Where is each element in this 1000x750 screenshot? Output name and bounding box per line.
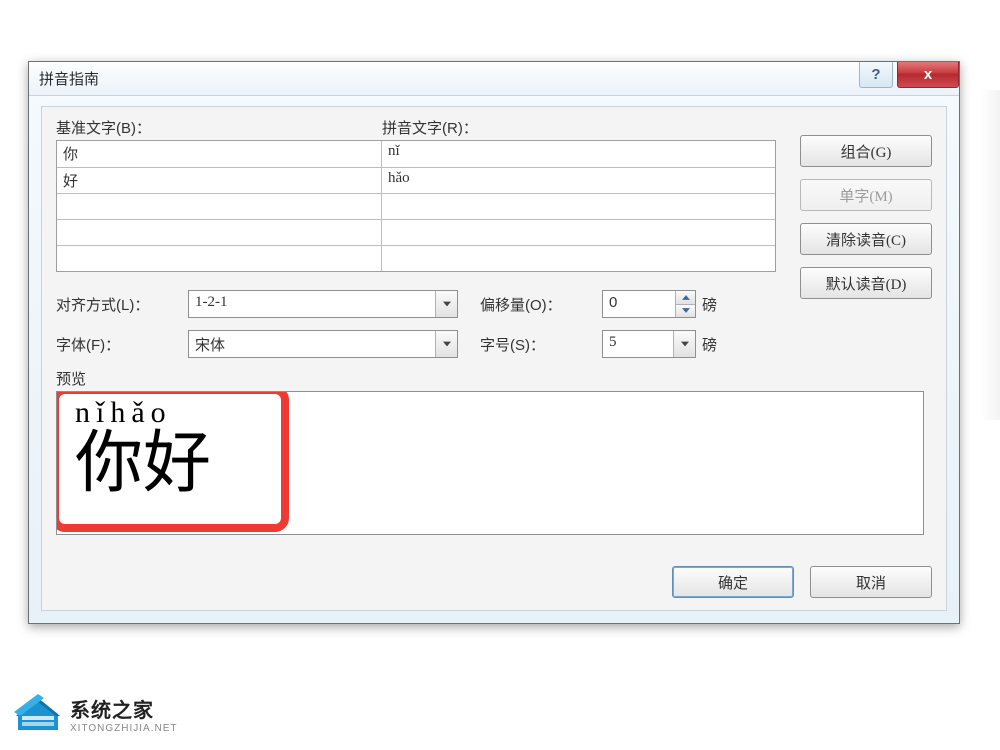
size-value[interactable]: 5: [603, 331, 673, 357]
clear-reading-button[interactable]: 清除读音(C): [800, 223, 932, 255]
grid-row: 你 nǐ: [57, 141, 775, 167]
preview-label: 预览: [56, 368, 932, 389]
single-char-button: 单字(M): [800, 179, 932, 211]
base-cell[interactable]: [57, 194, 382, 219]
side-button-column: 组合(G) 单字(M) 清除读音(C) 默认读音(D): [800, 135, 932, 299]
spin-up-icon[interactable]: [676, 291, 695, 304]
edge-shadow: [980, 90, 1000, 420]
watermark-title: 系统之家: [70, 694, 178, 723]
base-cell[interactable]: 你: [57, 141, 382, 167]
watermark-url: XITONGZHIJIA.NET: [70, 723, 178, 734]
chevron-down-icon[interactable]: [435, 291, 457, 317]
ruby-cell[interactable]: [382, 220, 775, 245]
grid-row: [57, 245, 775, 271]
preview-ruby: nǐhǎo: [75, 398, 211, 428]
font-row: 字体(F)： 宋体 字号(S)： 5 磅: [56, 330, 932, 358]
spinner-buttons: [675, 291, 695, 317]
offset-value[interactable]: 0: [603, 291, 675, 317]
base-text-label: 基准文字(B)：: [56, 117, 382, 138]
offset-label: 偏移量(O)：: [480, 294, 602, 315]
base-cell[interactable]: [57, 220, 382, 245]
window-controls: ? x: [859, 62, 959, 88]
titlebar[interactable]: 拼音指南 ? x: [29, 62, 959, 96]
font-value: 宋体: [189, 331, 435, 357]
size-label: 字号(S)：: [480, 334, 602, 355]
help-button[interactable]: ?: [859, 62, 893, 88]
ruby-cell[interactable]: [382, 194, 775, 219]
combine-button[interactable]: 组合(G): [800, 135, 932, 167]
chevron-down-icon[interactable]: [673, 331, 695, 357]
grid-row: [57, 219, 775, 245]
base-cell[interactable]: 好: [57, 168, 382, 193]
ruby-cell[interactable]: nǐ: [382, 141, 775, 167]
size-unit: 磅: [702, 334, 717, 355]
preview-base: 你好: [75, 428, 211, 499]
dialog-title: 拼音指南: [39, 68, 99, 89]
chevron-down-icon[interactable]: [435, 331, 457, 357]
preview-content: nǐhǎo 你好: [75, 398, 211, 499]
align-label: 对齐方式(L)：: [56, 294, 188, 315]
site-watermark: 系统之家 XITONGZHIJIA.NET: [14, 692, 178, 736]
base-cell[interactable]: [57, 246, 382, 271]
preview-box: nǐhǎo 你好: [56, 391, 924, 535]
grid-row: [57, 193, 775, 219]
house-icon: [14, 692, 62, 736]
font-label: 字体(F)：: [56, 334, 188, 355]
dialog-footer: 确定 取消: [672, 566, 932, 598]
close-button[interactable]: x: [897, 62, 959, 88]
phonetic-guide-dialog: 拼音指南 ? x 基准文字(B)： 拼音文字(R)： 你 nǐ 好 hǎo: [28, 61, 960, 624]
watermark-text: 系统之家 XITONGZHIJIA.NET: [70, 694, 178, 734]
text-grid: 你 nǐ 好 hǎo: [56, 140, 776, 272]
align-combo[interactable]: 1-2-1: [188, 290, 458, 318]
dialog-client: 基准文字(B)： 拼音文字(R)： 你 nǐ 好 hǎo: [41, 106, 947, 611]
ruby-cell[interactable]: [382, 246, 775, 271]
grid-row: 好 hǎo: [57, 167, 775, 193]
default-reading-button[interactable]: 默认读音(D): [800, 267, 932, 299]
align-value: 1-2-1: [189, 291, 435, 317]
offset-unit: 磅: [702, 294, 717, 315]
size-combo[interactable]: 5: [602, 330, 696, 358]
ok-button[interactable]: 确定: [672, 566, 794, 598]
form-area: 对齐方式(L)： 1-2-1 偏移量(O)： 0 磅: [56, 290, 932, 358]
font-combo[interactable]: 宋体: [188, 330, 458, 358]
ruby-text-label: 拼音文字(R)：: [382, 117, 478, 138]
spin-down-icon[interactable]: [676, 304, 695, 318]
cancel-button[interactable]: 取消: [810, 566, 932, 598]
ruby-cell[interactable]: hǎo: [382, 168, 775, 193]
offset-spinner[interactable]: 0: [602, 290, 696, 318]
